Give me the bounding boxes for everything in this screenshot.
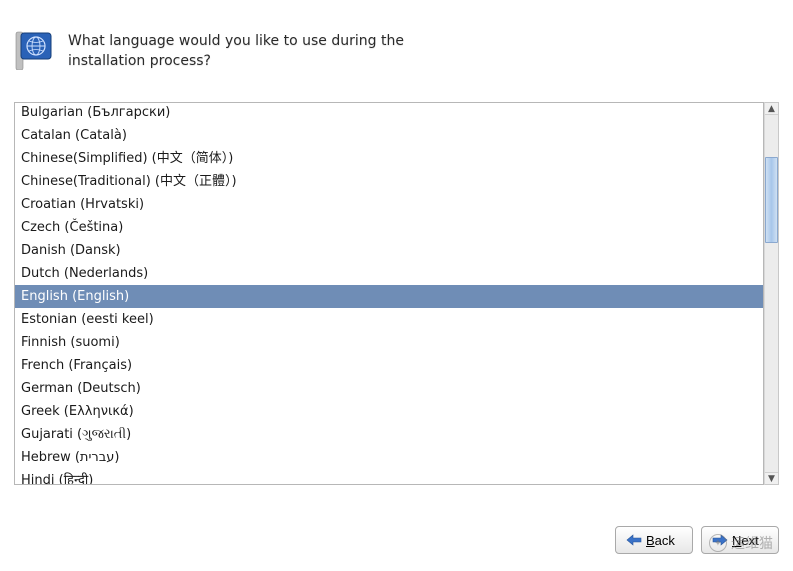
language-item[interactable]: Croatian (Hrvatski) <box>15 193 763 216</box>
language-item[interactable]: Greek (Ελληνικά) <box>15 400 763 423</box>
language-globe-icon <box>14 30 54 70</box>
language-item[interactable]: English (English) <box>15 285 763 308</box>
footer: Back Next <box>0 509 793 571</box>
language-item[interactable]: Czech (Čeština) <box>15 216 763 239</box>
language-item[interactable]: Hindi (हिन्दी) <box>15 469 763 484</box>
language-item[interactable]: Dutch (Nederlands) <box>15 262 763 285</box>
vertical-scrollbar[interactable]: ▲ ▼ <box>764 102 779 485</box>
scrollbar-track[interactable] <box>765 115 778 472</box>
next-button[interactable]: Next <box>701 526 779 554</box>
back-button-label: Back <box>646 533 675 548</box>
language-item[interactable]: Chinese(Traditional) (中文（正體）) <box>15 170 763 193</box>
language-item[interactable]: Catalan (Català) <box>15 124 763 147</box>
language-item[interactable]: Bulgarian (Български) <box>15 103 763 124</box>
language-list-container: Bulgarian (Български)Catalan (Català)Chi… <box>14 102 779 485</box>
language-item[interactable]: Danish (Dansk) <box>15 239 763 262</box>
language-item[interactable]: Chinese(Simplified) (中文（简体）) <box>15 147 763 170</box>
arrow-right-icon <box>712 534 728 546</box>
language-item[interactable]: Hebrew (עברית) <box>15 446 763 469</box>
scroll-down-arrow-icon[interactable]: ▼ <box>765 472 778 484</box>
scrollbar-thumb[interactable] <box>765 157 778 243</box>
language-item[interactable]: Estonian (eesti keel) <box>15 308 763 331</box>
scroll-up-arrow-icon[interactable]: ▲ <box>765 103 778 115</box>
language-item[interactable]: Finnish (suomi) <box>15 331 763 354</box>
arrow-left-icon <box>626 534 642 546</box>
language-listbox[interactable]: Bulgarian (Български)Catalan (Català)Chi… <box>14 102 764 485</box>
next-button-label: Next <box>732 533 759 548</box>
language-item[interactable]: German (Deutsch) <box>15 377 763 400</box>
header-prompt: What language would you like to use duri… <box>68 30 448 71</box>
back-button[interactable]: Back <box>615 526 693 554</box>
header: What language would you like to use duri… <box>0 0 793 83</box>
language-item[interactable]: French (Français) <box>15 354 763 377</box>
language-item[interactable]: Gujarati (ગુજરાતી) <box>15 423 763 446</box>
